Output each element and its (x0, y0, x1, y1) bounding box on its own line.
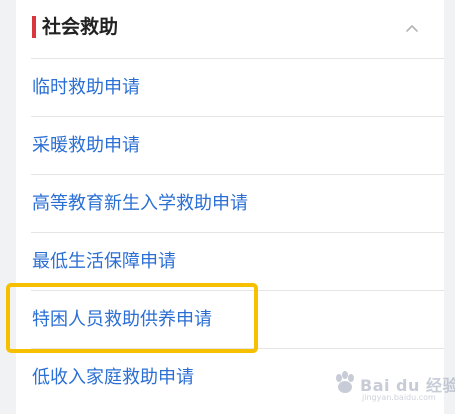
section-accent-bar (32, 16, 36, 38)
list-item-heating-assistance[interactable]: 采暖救助申请 (16, 117, 444, 175)
list-item-college-freshman-assistance[interactable]: 高等教育新生入学救助申请 (16, 175, 444, 233)
chevron-up-icon[interactable] (401, 17, 423, 39)
list-item-low-income-family-assistance[interactable]: 低收入家庭救助申请 (16, 349, 444, 407)
list-item-minimum-living-security[interactable]: 最低生活保障申请 (16, 233, 444, 291)
section-header[interactable]: 社会救助 (16, 0, 444, 58)
list-item-label: 临时救助申请 (32, 77, 140, 98)
list-item-temporary-assistance[interactable]: 临时救助申请 (16, 59, 444, 117)
list-item-extreme-poverty-support[interactable]: 特困人员救助供养申请 (16, 291, 444, 349)
list-item-label: 高等教育新生入学救助申请 (32, 193, 248, 214)
section-title: 社会救助 (42, 16, 119, 38)
social-assistance-panel: 社会救助 临时救助申请 采暖救助申请 高等教育新生入学救助申请 最低生活保障申请… (16, 0, 444, 414)
list-item-label: 低收入家庭救助申请 (32, 367, 194, 388)
list-item-label: 采暖救助申请 (32, 135, 140, 156)
list-item-label: 特困人员救助供养申请 (32, 309, 212, 330)
list-item-label: 最低生活保障申请 (32, 251, 176, 272)
